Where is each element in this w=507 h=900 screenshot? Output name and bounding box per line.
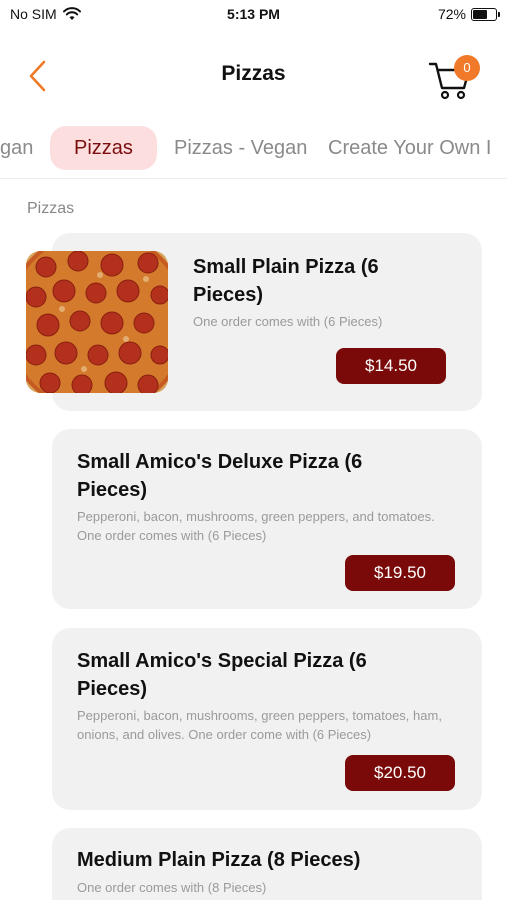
cart-button[interactable]: 0 (428, 52, 484, 102)
header: Pizzas 0 (0, 40, 507, 112)
menu-item-card[interactable]: Small Amico's Special Pizza (6 Pieces) P… (52, 628, 482, 810)
item-description: Pepperoni, bacon, mushrooms, green peppe… (77, 509, 435, 543)
menu-item-card[interactable]: Medium Plain Pizza (8 Pieces) One order … (52, 828, 482, 900)
menu-item-card[interactable]: Small Amico's Deluxe Pizza (6 Pieces) Pe… (52, 429, 482, 609)
status-bar: No SIM 5:13 PM 72% (0, 0, 507, 30)
item-name: Small Amico's Deluxe Pizza (6 Pieces) (77, 451, 363, 501)
price-button[interactable]: $20.50 (345, 755, 455, 791)
battery-percent: 72% (437, 6, 466, 22)
section-label: Pizzas (27, 200, 75, 217)
tabs-divider (0, 178, 507, 179)
item-description: Pepperoni, bacon, mushrooms, green peppe… (77, 708, 442, 742)
tab-pizzas-vegan[interactable]: Pizzas - Vegan (174, 126, 307, 170)
status-right: 72% (437, 6, 500, 22)
item-name: Medium Plain Pizza (8 Pieces) (77, 849, 361, 871)
price-button[interactable]: $14.50 (336, 348, 446, 384)
item-description: One order comes with (8 Pieces) (77, 880, 267, 895)
price-button[interactable]: $19.50 (345, 555, 455, 591)
category-tabs: gan Pizzas Pizzas - Vegan Create Your Ow… (0, 122, 507, 174)
item-description: One order comes with (6 Pieces) (193, 314, 383, 329)
status-time: 5:13 PM (227, 6, 280, 22)
item-name: Small Amico's Special Pizza (6 Pieces) (77, 650, 367, 700)
battery-fill (473, 9, 487, 19)
cart-count-badge: 0 (454, 55, 480, 81)
item-name: Small Plain Pizza (6 Pieces) (193, 256, 379, 306)
tab-pizzas[interactable]: Pizzas (50, 126, 157, 170)
pizza-image (26, 251, 168, 393)
battery-icon (471, 7, 500, 21)
tab-create-your-own[interactable]: Create Your Own I (328, 126, 491, 170)
tab-vegan-partial[interactable]: gan (0, 126, 33, 170)
